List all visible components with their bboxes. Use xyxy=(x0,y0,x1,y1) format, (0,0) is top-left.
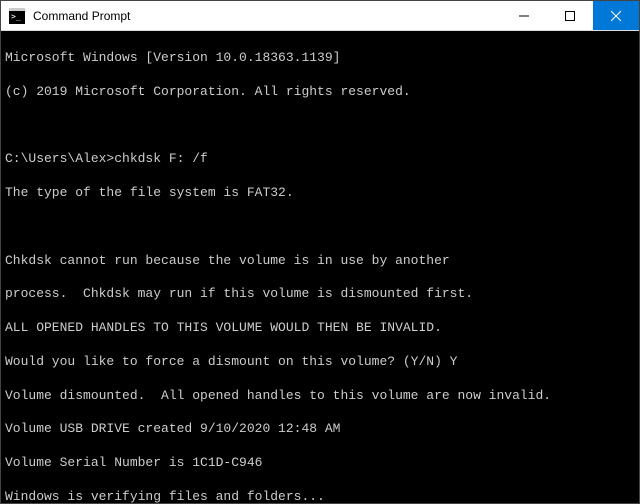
output-line xyxy=(5,117,635,134)
minimize-button[interactable] xyxy=(501,1,547,30)
prompt: C:\Users\Alex> xyxy=(5,151,114,166)
console-output[interactable]: Microsoft Windows [Version 10.0.18363.11… xyxy=(1,31,639,503)
output-line: The type of the file system is FAT32. xyxy=(5,185,635,202)
output-line: Windows is verifying files and folders..… xyxy=(5,489,635,503)
prompt-line: C:\Users\Alex>chkdsk F: /f xyxy=(5,151,635,168)
output-line xyxy=(5,219,635,236)
output-line: (c) 2019 Microsoft Corporation. All righ… xyxy=(5,84,635,101)
command-prompt-window: >_ Command Prompt Microsoft Windows [Ver… xyxy=(0,0,640,504)
output-line: Volume USB DRIVE created 9/10/2020 12:48… xyxy=(5,421,635,438)
window-controls xyxy=(501,1,639,30)
app-icon: >_ xyxy=(9,8,25,24)
close-button[interactable] xyxy=(593,1,639,30)
svg-text:>_: >_ xyxy=(11,12,21,21)
output-line: Microsoft Windows [Version 10.0.18363.11… xyxy=(5,50,635,67)
output-line: Chkdsk cannot run because the volume is … xyxy=(5,253,635,270)
command: chkdsk F: /f xyxy=(114,151,208,166)
titlebar[interactable]: >_ Command Prompt xyxy=(1,1,639,31)
output-line: Would you like to force a dismount on th… xyxy=(5,354,635,371)
output-line: Volume Serial Number is 1C1D-C946 xyxy=(5,455,635,472)
maximize-button[interactable] xyxy=(547,1,593,30)
window-title: Command Prompt xyxy=(33,9,501,23)
output-line: ALL OPENED HANDLES TO THIS VOLUME WOULD … xyxy=(5,320,635,337)
output-line: Volume dismounted. All opened handles to… xyxy=(5,388,635,405)
output-line: process. Chkdsk may run if this volume i… xyxy=(5,286,635,303)
